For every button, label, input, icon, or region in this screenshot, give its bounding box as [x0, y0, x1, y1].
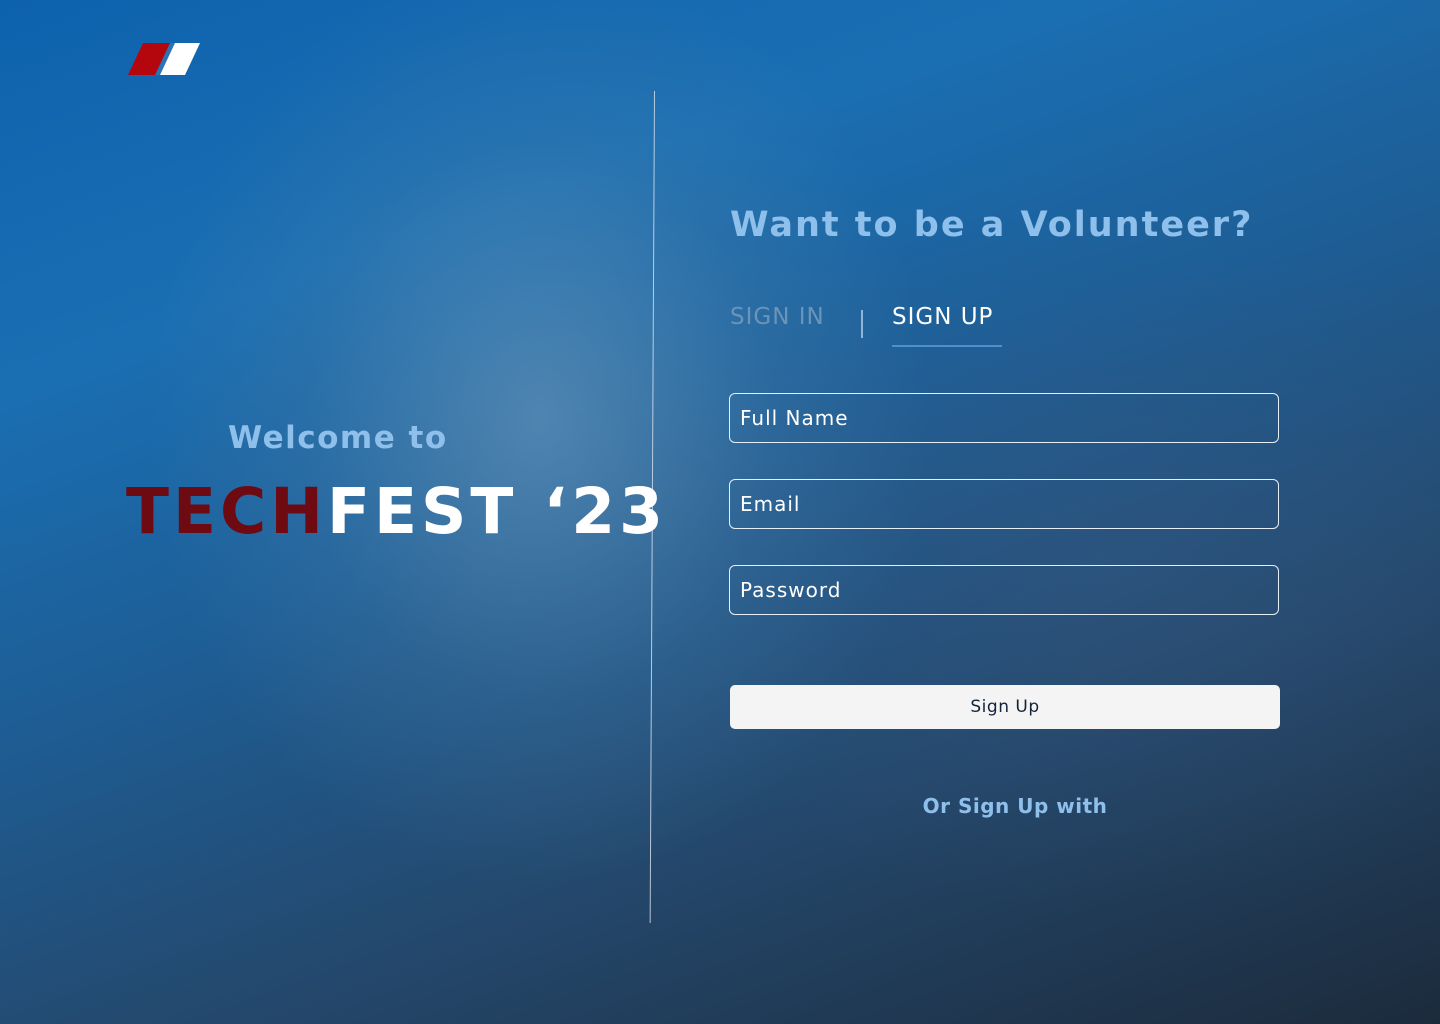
techfest-logo	[128, 43, 200, 75]
volunteer-headline: Want to be a Volunteer?	[730, 205, 1254, 245]
tab-sign-up[interactable]: SIGN UP	[892, 304, 993, 330]
sign-up-button[interactable]: Sign Up	[730, 685, 1280, 729]
tab-sign-in[interactable]: SIGN IN	[730, 304, 825, 330]
email-input[interactable]	[729, 479, 1279, 529]
full-name-input[interactable]	[729, 393, 1279, 443]
auth-tabs: SIGN IN SIGN UP	[730, 304, 1050, 348]
password-input[interactable]	[729, 565, 1279, 615]
active-tab-underline	[892, 345, 1002, 347]
alt-sign-up-text: Or Sign Up with	[922, 794, 1108, 818]
brand-title-fest: FEST ‘23	[326, 475, 667, 548]
tab-separator	[861, 310, 863, 338]
welcome-text: Welcome to	[228, 420, 448, 456]
brand-title-tech: TECH	[126, 475, 327, 548]
brand-title: TECHFEST ‘23	[126, 476, 667, 548]
